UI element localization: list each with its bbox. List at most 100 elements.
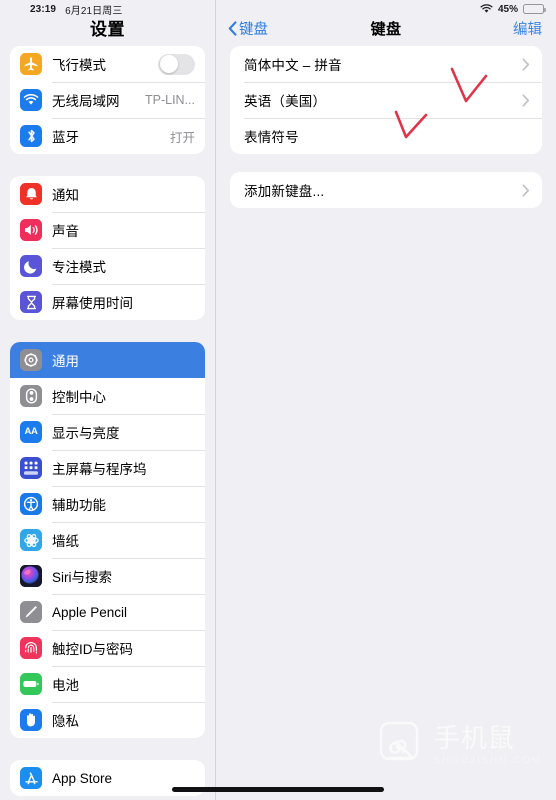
app-store-icon	[20, 767, 42, 789]
wifi-icon	[480, 4, 493, 14]
sidebar-item-1[interactable]: 通知	[10, 176, 205, 212]
sidebar-item-2[interactable]: 控制中心	[10, 378, 205, 414]
touch-id-icon	[20, 637, 42, 659]
keyboard-row-label: 表情符号	[244, 130, 299, 145]
wifi-icon	[20, 89, 42, 111]
sidebar-item-label: 通知	[52, 188, 79, 203]
notifications-icon	[20, 183, 42, 205]
sidebar-item-1[interactable]: 通用	[10, 342, 205, 378]
airplane-icon	[20, 53, 42, 75]
sidebar-item-label: Apple Pencil	[52, 604, 128, 620]
sidebar-item-label: 专注模式	[52, 260, 106, 275]
keyboard-detail-pane: 键盘 编辑 键盘 简体中文 – 拼音 英语（美国） 表情符号 添加新键盘...	[215, 0, 556, 800]
watermark: 手机鼠 SHOUJISHU.COM	[373, 717, 542, 774]
sidebar-item-10[interactable]: 电池	[10, 666, 205, 702]
battery-icon	[523, 4, 546, 14]
sidebar-item-2[interactable]: 无线局域网 TP-LIN...	[10, 82, 205, 118]
sidebar-item-label: 辅助功能	[52, 498, 106, 513]
sidebar-item-3[interactable]: 蓝牙 打开	[10, 118, 205, 154]
sidebar-item-label: App Store	[52, 770, 113, 786]
sidebar-item-3[interactable]: AA 显示与亮度	[10, 414, 205, 450]
watermark-text: 手机鼠 SHOUJISHU.COM	[434, 725, 542, 766]
wallpaper-icon	[20, 529, 42, 551]
sidebar-item-9[interactable]: 触控ID与密码	[10, 630, 205, 666]
status-time: 23:19	[30, 3, 57, 15]
keyboard-group: 添加新键盘...	[230, 172, 542, 208]
home-screen-dock-icon	[20, 457, 42, 479]
sidebar-item-label: 飞行模式	[52, 58, 106, 73]
sound-icon	[20, 219, 42, 241]
keyboard-row-1[interactable]: 简体中文 – 拼音	[230, 46, 542, 82]
focus-moon-icon	[20, 255, 42, 277]
sidebar-item-label: 主屏幕与程序坞	[52, 462, 147, 477]
sidebar-item-8[interactable]: Apple Pencil	[10, 594, 205, 630]
keyboard-row-2[interactable]: 英语（美国）	[230, 82, 542, 118]
sidebar-item-label: 墙纸	[52, 534, 79, 549]
sidebar-item-label: 通用	[52, 354, 79, 369]
status-bar-left: 23:19 6月21日周三	[0, 2, 122, 17]
sidebar-item-label: 触控ID与密码	[52, 642, 133, 657]
screen-time-icon	[20, 291, 42, 313]
sidebar-item-label: 控制中心	[52, 390, 106, 405]
airplane-mode-toggle[interactable]	[158, 53, 195, 75]
settings-sidebar[interactable]: 设置 飞行模式 无线局域网 TP-LIN... 蓝牙 打开 通知 声音 专注模式 屏幕使用时间通…	[0, 0, 215, 800]
status-date: 6月21日周三	[65, 5, 123, 17]
sidebar-item-label: 蓝牙	[52, 130, 79, 145]
chevron-right-icon	[522, 93, 530, 107]
status-bar: 23:19 6月21日周三 45%	[0, 0, 556, 18]
sidebar-item-1[interactable]: 飞行模式	[10, 46, 205, 82]
sidebar-item-label: 显示与亮度	[52, 426, 120, 441]
sidebar-item-label: 屏幕使用时间	[52, 296, 133, 311]
sidebar-group: 通用控制中心 AA 显示与亮度主屏幕与程序坞 辅助功能墙纸 Siri与搜索 Apple P…	[10, 342, 205, 738]
sidebar-item-value: TP-LIN...	[144, 93, 195, 107]
keyboard-row-label: 英语（美国）	[244, 94, 327, 109]
watermark-main: 手机鼠	[433, 723, 515, 753]
sidebar-item-label: 无线局域网	[52, 94, 120, 109]
sidebar-item-2[interactable]: 声音	[10, 212, 205, 248]
sidebar-item-label: 电池	[52, 678, 79, 693]
privacy-hand-icon	[20, 709, 42, 731]
chevron-left-icon	[228, 21, 237, 36]
bluetooth-icon	[20, 125, 42, 147]
watermark-sub: SHOUJISHU.COM	[433, 755, 542, 766]
battery-icon	[20, 673, 42, 695]
chevron-right-icon	[522, 183, 530, 197]
sidebar-item-7[interactable]: Siri与搜索	[10, 558, 205, 594]
chevron-right-icon	[522, 57, 530, 71]
ipad-settings-screen: 23:19 6月21日周三 45% 设置 飞行模式无线局域网 TP-LIN... 蓝…	[0, 0, 556, 800]
status-bar-right: 45%	[480, 4, 556, 15]
sidebar-item-label: Siri与搜索	[52, 570, 112, 585]
edit-button[interactable]: 编辑	[513, 18, 556, 39]
sidebar-item-value: 打开	[169, 130, 195, 145]
siri-icon	[20, 565, 42, 587]
page-title: 设置	[90, 20, 125, 39]
back-button[interactable]: 键盘	[216, 18, 268, 39]
sidebar-item-4[interactable]: 主屏幕与程序坞	[10, 450, 205, 486]
battery-percent-label: 45%	[497, 3, 518, 15]
keyboard-row-1[interactable]: 添加新键盘...	[230, 172, 542, 208]
gear-icon	[20, 349, 42, 371]
sidebar-item-6[interactable]: 墙纸	[10, 522, 205, 558]
control-center-icon	[20, 385, 42, 407]
sidebar-group-list: 飞行模式无线局域网 TP-LIN... 蓝牙 打开通知声音专注模式屏幕使用时间 通用控制…	[0, 46, 215, 796]
mouse-logo-icon	[373, 717, 425, 774]
sidebar-item-3[interactable]: 专注模式	[10, 248, 205, 284]
sidebar-item-label: 隐私	[52, 714, 79, 729]
sidebar-item-5[interactable]: 辅助功能	[10, 486, 205, 522]
keyboard-row-label: 简体中文 – 拼音	[244, 58, 342, 73]
home-indicator[interactable]	[172, 787, 384, 792]
sidebar-group: 飞行模式无线局域网 TP-LIN... 蓝牙 打开	[10, 46, 205, 154]
toggle-knob	[159, 55, 178, 73]
sidebar-group: 通知声音专注模式屏幕使用时间	[10, 176, 205, 320]
sidebar-item-label: 声音	[52, 224, 79, 239]
keyboard-row-3[interactable]: 表情符号	[230, 118, 542, 154]
apple-pencil-icon	[20, 601, 42, 623]
sidebar-item-11[interactable]: 隐私	[10, 702, 205, 738]
keyboard-group: 简体中文 – 拼音 英语（美国） 表情符号	[230, 46, 542, 154]
accessibility-icon	[20, 493, 42, 515]
sidebar-item-4[interactable]: 屏幕使用时间	[10, 284, 205, 320]
keyboard-group-list: 简体中文 – 拼音 英语（美国） 表情符号添加新键盘...	[216, 46, 556, 208]
keyboard-row-label: 添加新键盘...	[244, 184, 325, 199]
display-brightness-icon: AA	[20, 421, 42, 443]
back-button-label: 键盘	[239, 22, 268, 38]
